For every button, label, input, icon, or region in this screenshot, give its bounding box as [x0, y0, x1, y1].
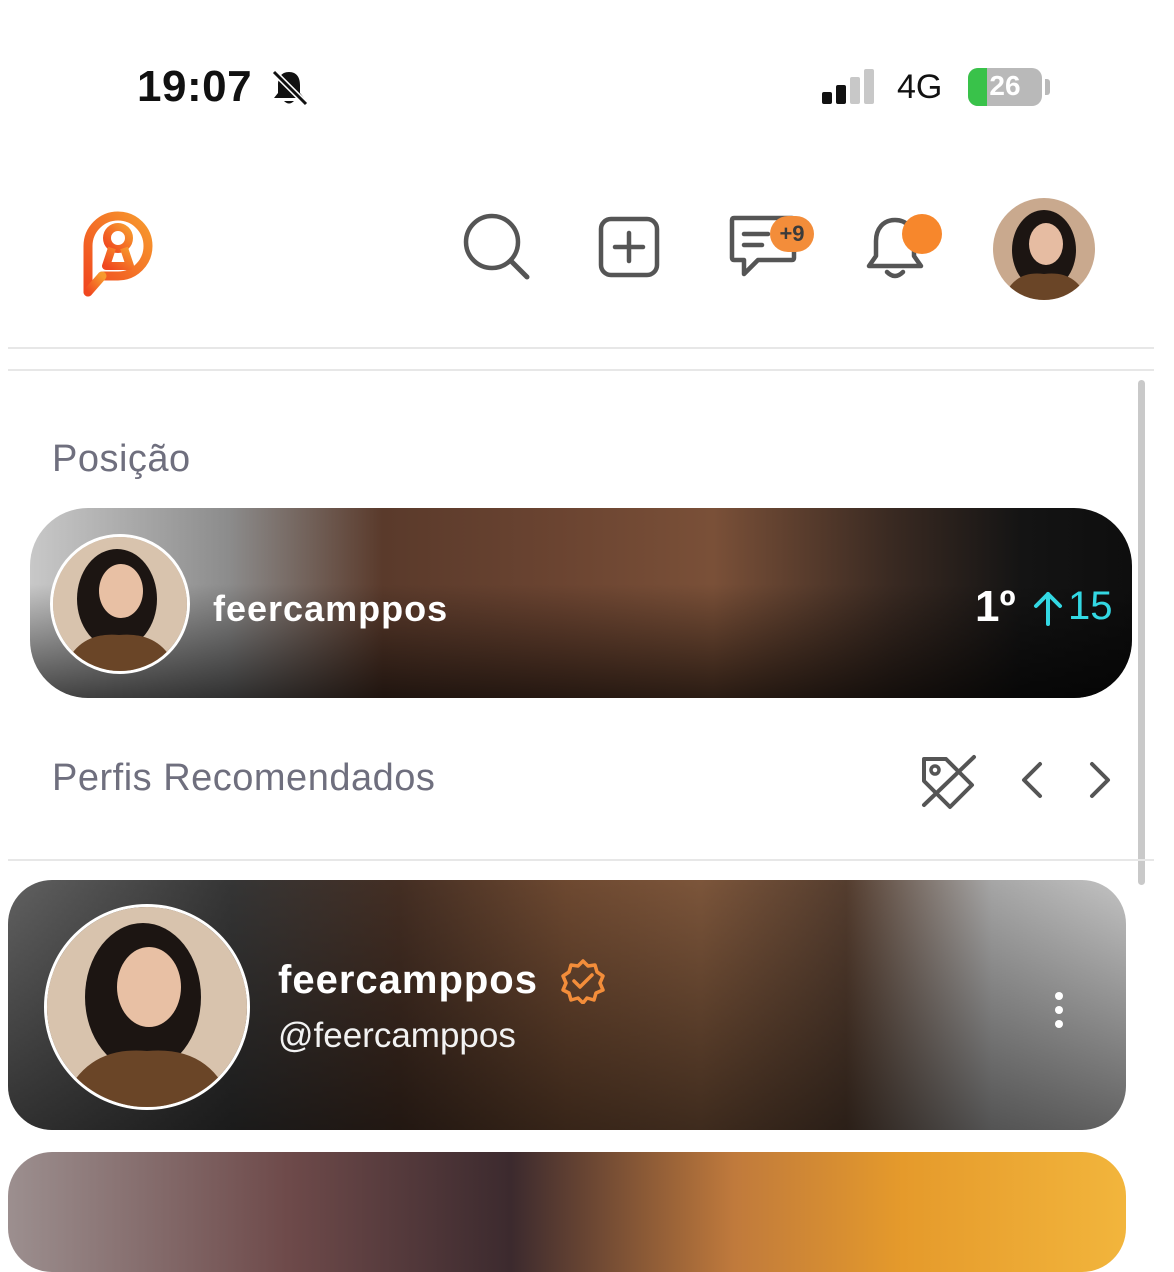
battery-level: 26 — [989, 70, 1021, 101]
bell-muted-icon — [268, 66, 310, 113]
user-avatar[interactable] — [993, 198, 1095, 300]
profile-card-next[interactable] — [8, 1152, 1126, 1272]
ranking-card[interactable] — [30, 508, 1132, 698]
notification-dot — [902, 214, 942, 254]
recommended-title: Perfis Recomendados — [52, 757, 436, 799]
chevron-right-icon[interactable] — [1086, 760, 1114, 805]
ranking-title: Posição — [52, 438, 191, 480]
network-type: 4G — [897, 68, 943, 106]
arrow-up-icon — [1032, 588, 1064, 633]
app-logo-icon[interactable] — [72, 202, 164, 303]
ranking-position: 1º — [975, 582, 1016, 631]
profile-avatar[interactable] — [44, 904, 250, 1110]
section-divider — [8, 369, 1154, 371]
battery-indicator: 26 — [968, 68, 1042, 106]
chevron-left-icon[interactable] — [1018, 760, 1046, 805]
profile-handle[interactable]: @feercamppos — [278, 1016, 516, 1056]
status-bar: 19:07 4G 26 — [0, 0, 1174, 150]
header-divider — [8, 347, 1154, 349]
tag-off-icon[interactable] — [918, 753, 978, 816]
ranking-avatar[interactable] — [50, 534, 190, 674]
add-post-icon[interactable] — [598, 216, 660, 283]
recommended-divider — [8, 859, 1154, 861]
verified-badge-icon — [560, 958, 606, 1009]
search-icon[interactable] — [462, 212, 532, 287]
signal-icon — [820, 68, 882, 111]
status-time: 19:07 — [137, 62, 253, 111]
profile-name[interactable]: feercamppos — [278, 958, 538, 1003]
battery-cap — [1045, 79, 1050, 95]
more-options-icon[interactable] — [1048, 990, 1070, 1035]
scrollbar[interactable] — [1138, 380, 1145, 885]
ranking-change: 15 — [1068, 584, 1113, 628]
ranking-username[interactable]: feercamppos — [213, 588, 448, 630]
messages-badge: +9 — [770, 216, 814, 252]
